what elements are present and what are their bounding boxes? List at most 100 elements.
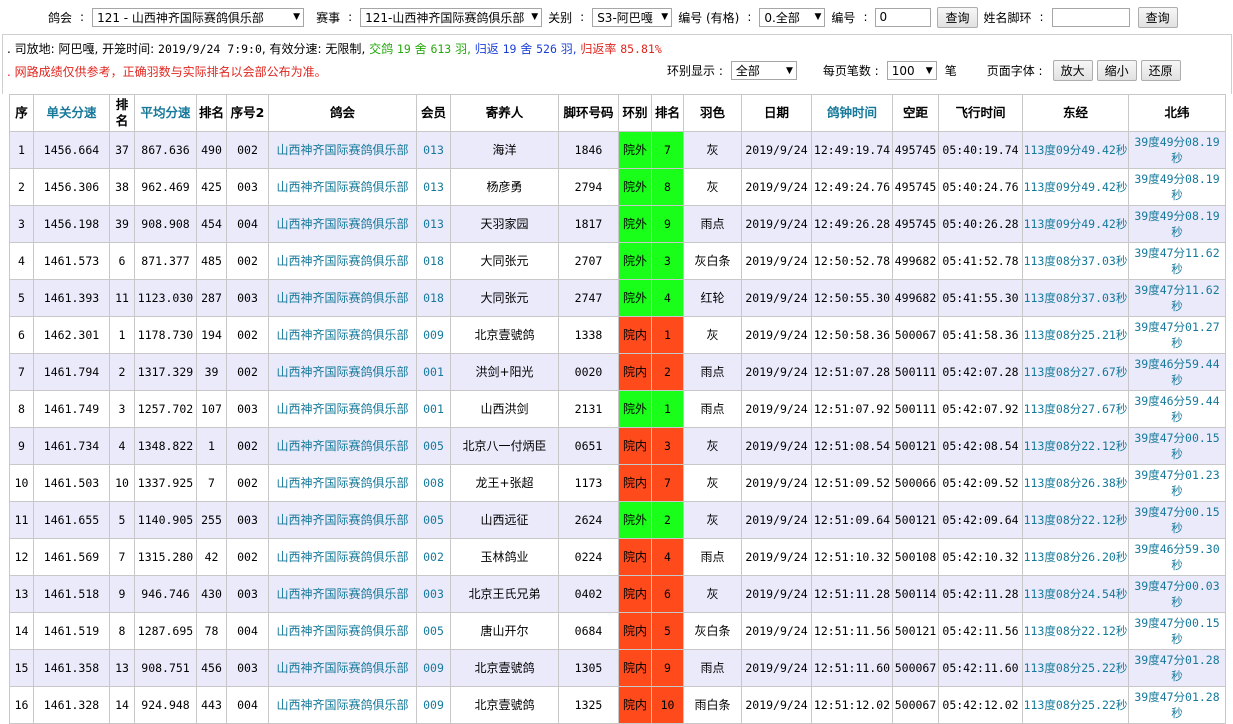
cell-member[interactable]: 008 (416, 464, 451, 502)
query2-button[interactable]: 查询 (1137, 6, 1178, 28)
cell-latitude[interactable]: 39度47分01.28秒 (1128, 686, 1226, 724)
query-button[interactable]: 查询 (937, 6, 978, 28)
col-header-rank3[interactable]: 排名 (651, 94, 684, 132)
cell-club[interactable]: 山西神齐国际赛鸽俱乐部 (268, 131, 417, 169)
cell-member[interactable]: 003 (416, 575, 451, 613)
col-header-flight-time[interactable]: 飞行时间 (938, 94, 1023, 132)
cell-member[interactable]: 009 (416, 649, 451, 687)
reset-button[interactable]: 还原 (1140, 60, 1181, 81)
zoom-in-button[interactable]: 放大 (1052, 60, 1093, 81)
cell-longitude[interactable]: 113度08分37.03秒 (1022, 279, 1129, 317)
cell-latitude[interactable]: 39度47分01.27秒 (1128, 316, 1226, 354)
stage-select[interactable]: S3-阿巴嘎 ▼ (592, 7, 673, 27)
cell-latitude[interactable]: 39度49分08.19秒 (1128, 168, 1226, 206)
cell-club[interactable]: 山西神齐国际赛鸽俱乐部 (268, 612, 417, 650)
cell-latitude[interactable]: 39度47分01.23秒 (1128, 464, 1226, 502)
cell-latitude[interactable]: 39度47分11.62秒 (1128, 279, 1226, 317)
col-header-clock[interactable]: 鸽钟时间 (811, 94, 893, 132)
cell-club[interactable]: 山西神齐国际赛鸽俱乐部 (268, 427, 417, 465)
cell-club[interactable]: 山西神齐国际赛鸽俱乐部 (268, 279, 417, 317)
cell-date: 2019/9/24 (741, 279, 812, 317)
col-header-ring-type[interactable]: 环别 (618, 94, 652, 132)
cell-member[interactable]: 013 (416, 131, 451, 169)
cell-member[interactable]: 005 (416, 612, 451, 650)
cell-longitude[interactable]: 113度08分22.12秒 (1022, 612, 1129, 650)
col-header-rank2[interactable]: 排名 (196, 94, 227, 132)
cell-club[interactable]: 山西神齐国际赛鸽俱乐部 (268, 168, 417, 206)
cell-club[interactable]: 山西神齐国际赛鸽俱乐部 (268, 390, 417, 428)
cell-member[interactable]: 005 (416, 501, 451, 539)
cell-club[interactable]: 山西神齐国际赛鸽俱乐部 (268, 205, 417, 243)
cell-longitude[interactable]: 113度08分24.54秒 (1022, 575, 1129, 613)
cell-club[interactable]: 山西神齐国际赛鸽俱乐部 (268, 353, 417, 391)
cell-member[interactable]: 013 (416, 168, 451, 206)
cell-latitude[interactable]: 39度46分59.44秒 (1128, 353, 1226, 391)
cell-member[interactable]: 009 (416, 316, 451, 354)
cell-latitude[interactable]: 39度47分00.15秒 (1128, 427, 1226, 465)
cell-ring: 1325 (558, 686, 619, 724)
cell-member[interactable]: 005 (416, 427, 451, 465)
cell-club[interactable]: 山西神齐国际赛鸽俱乐部 (268, 242, 417, 280)
cell-latitude[interactable]: 39度47分01.28秒 (1128, 649, 1226, 687)
cell-member[interactable]: 013 (416, 205, 451, 243)
event-select[interactable]: 121-山西神齐国际赛鸽俱乐部 ▼ (360, 7, 543, 27)
cell-club[interactable]: 山西神齐国际赛鸽俱乐部 (268, 686, 417, 724)
cell-club[interactable]: 山西神齐国际赛鸽俱乐部 (268, 316, 417, 354)
col-header-club[interactable]: 鸽会 (268, 94, 417, 132)
cell-longitude[interactable]: 113度08分25.22秒 (1022, 649, 1129, 687)
cell-longitude[interactable]: 113度08分27.67秒 (1022, 353, 1129, 391)
col-header-date[interactable]: 日期 (741, 94, 812, 132)
col-header-ring[interactable]: 脚环号码 (558, 94, 619, 132)
col-header-seq[interactable]: 序 (9, 94, 34, 132)
cell-longitude[interactable]: 113度09分49.42秒 (1022, 168, 1129, 206)
cell-club[interactable]: 山西神齐国际赛鸽俱乐部 (268, 501, 417, 539)
cell-club[interactable]: 山西神齐国际赛鸽俱乐部 (268, 538, 417, 576)
col-header-color[interactable]: 羽色 (683, 94, 742, 132)
ring-display-select[interactable]: 全部 ▼ (730, 61, 797, 80)
cell-member[interactable]: 002 (416, 538, 451, 576)
cell-member[interactable]: 001 (416, 390, 451, 428)
cell-club[interactable]: 山西神齐国际赛鸽俱乐部 (268, 575, 417, 613)
cell-latitude[interactable]: 39度46分59.44秒 (1128, 390, 1226, 428)
zoom-out-button[interactable]: 缩小 (1096, 60, 1137, 81)
per-page-select[interactable]: 100 ▼ (886, 61, 937, 80)
number-select[interactable]: 0.全部 ▼ (759, 7, 826, 27)
cell-member[interactable]: 018 (416, 242, 451, 280)
cell-longitude[interactable]: 113度08分25.21秒 (1022, 316, 1129, 354)
cell-longitude[interactable]: 113度09分49.42秒 (1022, 131, 1129, 169)
number-input[interactable]: 0 (875, 7, 932, 27)
cell-longitude[interactable]: 113度08分26.20秒 (1022, 538, 1129, 576)
cell-latitude[interactable]: 39度47分11.62秒 (1128, 242, 1226, 280)
col-header-speed[interactable]: 单关分速 (33, 94, 110, 132)
cell-speed: 1461.569 (33, 538, 110, 576)
cell-longitude[interactable]: 113度08分27.67秒 (1022, 390, 1129, 428)
cell-latitude[interactable]: 39度47分00.03秒 (1128, 575, 1226, 613)
cell-member[interactable]: 001 (416, 353, 451, 391)
col-header-owner[interactable]: 寄养人 (450, 94, 559, 132)
cell-latitude[interactable]: 39度49分08.19秒 (1128, 131, 1226, 169)
cell-club[interactable]: 山西神齐国际赛鸽俱乐部 (268, 464, 417, 502)
cell-club[interactable]: 山西神齐国际赛鸽俱乐部 (268, 649, 417, 687)
name-ring-input[interactable] (1051, 7, 1130, 27)
col-header-distance[interactable]: 空距 (892, 94, 939, 132)
cell-member[interactable]: 009 (416, 686, 451, 724)
col-header-longitude[interactable]: 东经 (1022, 94, 1129, 132)
club-select[interactable]: 121 - 山西神齐国际赛鸽俱乐部 ▼ (92, 7, 305, 27)
cell-latitude[interactable]: 39度46分59.30秒 (1128, 538, 1226, 576)
cell-longitude[interactable]: 113度08分37.03秒 (1022, 242, 1129, 280)
cell-latitude[interactable]: 39度47分00.15秒 (1128, 501, 1226, 539)
cell-date: 2019/9/24 (741, 131, 812, 169)
col-header-avg-speed[interactable]: 平均分速 (134, 94, 197, 132)
cell-latitude[interactable]: 39度47分00.15秒 (1128, 612, 1226, 650)
cell-longitude[interactable]: 113度09分49.42秒 (1022, 205, 1129, 243)
col-header-rank[interactable]: 排名 (109, 94, 135, 132)
cell-longitude[interactable]: 113度08分22.12秒 (1022, 427, 1129, 465)
cell-member[interactable]: 018 (416, 279, 451, 317)
cell-longitude[interactable]: 113度08分22.12秒 (1022, 501, 1129, 539)
cell-longitude[interactable]: 113度08分25.22秒 (1022, 686, 1129, 724)
cell-longitude[interactable]: 113度08分26.38秒 (1022, 464, 1129, 502)
cell-latitude[interactable]: 39度49分08.19秒 (1128, 205, 1226, 243)
col-header-latitude[interactable]: 北纬 (1128, 94, 1226, 132)
col-header-no2[interactable]: 序号2 (226, 94, 269, 132)
col-header-member[interactable]: 会员 (416, 94, 451, 132)
